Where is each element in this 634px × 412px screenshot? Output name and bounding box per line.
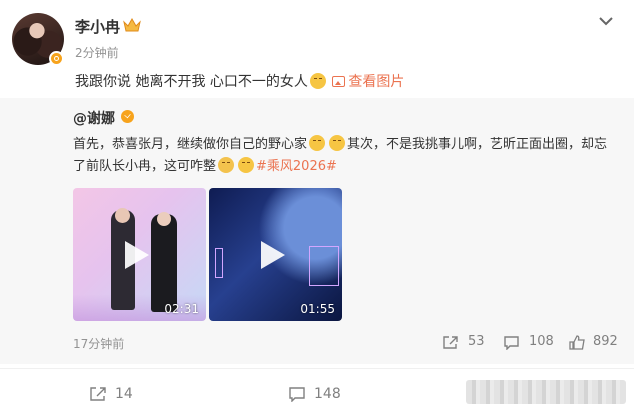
hashtag-link[interactable]: #乘风2026# (256, 159, 337, 174)
share-icon (443, 336, 458, 349)
original-comment-count: 108 (529, 334, 554, 349)
grin-emoji-icon (238, 157, 255, 173)
comment-icon (289, 387, 305, 402)
video-figure (151, 212, 177, 312)
verified-icon (121, 110, 134, 123)
view-image-label: 查看图片 (348, 74, 405, 90)
video-decoration (309, 246, 339, 286)
original-text-part-1: 首先，恭喜张月，继续做你自己的野心家 (73, 137, 308, 152)
view-image-link[interactable]: 查看图片 (332, 74, 404, 90)
blurred-watermark (466, 380, 626, 404)
sweat-emoji-icon (329, 135, 346, 151)
verified-badge-icon (49, 51, 64, 66)
original-like-count: 892 (593, 334, 618, 349)
original-author[interactable]: @谢娜 (73, 108, 115, 128)
thinking-emoji-icon (218, 157, 235, 173)
author-name[interactable]: 李小冉 (75, 16, 120, 37)
post-text-body: 我跟你说 她离不开我 心口不一的女人 (75, 74, 308, 90)
share-icon (90, 387, 106, 401)
original-share-count: 53 (468, 334, 485, 349)
video-duration: 01:55 (300, 302, 335, 316)
smirk-emoji-icon (309, 73, 326, 89)
chevron-down-icon[interactable] (598, 15, 614, 27)
original-text-part-2: 其次，不是我挑事儿啊，艺昕正面出圈， (347, 137, 582, 152)
video-decoration (215, 248, 223, 278)
image-icon (332, 76, 346, 87)
weibo-post: 李小冉 2分钟前 我跟你说 她离不开我 心口不一的女人 查看图片 @谢娜 首先，… (0, 0, 634, 412)
play-icon[interactable] (261, 241, 285, 269)
video-thumbnail-2[interactable]: 01:55 (209, 188, 342, 321)
original-text: 首先，恭喜张月，继续做你自己的野心家 其次，不是我挑事儿啊，艺昕正面出圈，却忘了前… (73, 134, 618, 178)
thumbs-up-icon (569, 335, 585, 350)
comment-count: 148 (314, 386, 341, 402)
play-icon[interactable] (125, 241, 149, 269)
share-count: 14 (115, 386, 133, 402)
neutral-emoji-icon (309, 135, 326, 151)
post-time[interactable]: 2分钟前 (75, 44, 119, 61)
video-thumbnail-1[interactable]: 02:31 (73, 188, 206, 321)
crown-icon (123, 18, 141, 32)
divider (0, 368, 634, 369)
post-text: 我跟你说 她离不开我 心口不一的女人 查看图片 (75, 71, 404, 91)
original-post-time[interactable]: 17分钟前 (73, 335, 124, 352)
comment-icon (504, 336, 519, 350)
video-duration: 02:31 (164, 302, 199, 316)
